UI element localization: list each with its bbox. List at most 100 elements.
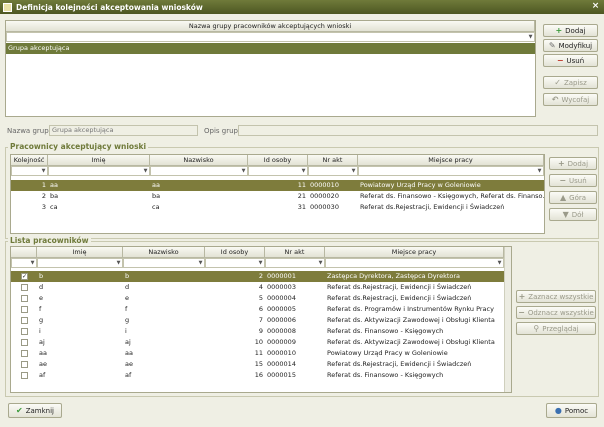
table-row[interactable]: 3 ca ca 31 0000030 Referat ds.Rejestracj… bbox=[11, 202, 544, 213]
group-name-field[interactable]: Grupa akceptująca bbox=[49, 125, 198, 136]
table-row[interactable]: ✓ b b 2 0000001 Zastępca Dyrektora, Zastępca … bbox=[11, 271, 504, 282]
group-list[interactable]: Nazwa grupy pracowników akceptujących wn… bbox=[5, 20, 536, 117]
table-cell: 16 bbox=[254, 371, 263, 379]
row-checkbox[interactable] bbox=[21, 317, 28, 324]
undo-icon: ↶ bbox=[551, 95, 559, 104]
select-all-button[interactable]: + Zaznacz wszystkie bbox=[516, 290, 596, 303]
table-cell: Powiatowy Urząd Pracy w Goleniowie bbox=[327, 349, 448, 357]
col-order[interactable]: Kolejność bbox=[11, 155, 48, 166]
table-row[interactable]: f f 6 0000005 Referat ds. Programów i Instru… bbox=[11, 304, 504, 315]
group-name-label: Nazwa grupy: bbox=[7, 127, 55, 135]
save-button[interactable]: ✓ Zapisz bbox=[543, 76, 598, 89]
chevron-down-icon[interactable]: ▼ bbox=[197, 259, 204, 267]
minus-icon: − bbox=[559, 176, 567, 185]
move-down-button[interactable]: ▼ Dół bbox=[549, 208, 597, 221]
chevron-down-icon[interactable]: ▼ bbox=[257, 259, 264, 267]
deselect-all-button[interactable]: − Odznacz wszystkie bbox=[516, 306, 596, 319]
table-row[interactable]: ae ae 15 0000014 Referat ds.Rejestracji, Ewi… bbox=[11, 359, 504, 370]
employees-grid[interactable]: Imię Nazwisko Id osoby Nr akt Miejsce pr… bbox=[10, 246, 512, 393]
row-checkbox[interactable] bbox=[21, 295, 28, 302]
col-file-no[interactable]: Nr akt bbox=[308, 155, 358, 166]
col-person-id[interactable]: Id osoby bbox=[205, 247, 265, 258]
table-cell: Referat ds. Aktywizacji Zawodowej i Obsł… bbox=[327, 338, 495, 346]
help-button[interactable]: ● Pomoc bbox=[546, 403, 597, 418]
row-checkbox[interactable] bbox=[21, 284, 28, 291]
filter-first-name[interactable]: ▼ bbox=[37, 258, 123, 268]
row-checkbox[interactable] bbox=[21, 361, 28, 368]
acceptor-delete-button[interactable]: − Usuń bbox=[549, 174, 597, 187]
chevron-down-icon[interactable]: ▼ bbox=[300, 167, 307, 175]
group-list-header[interactable]: Nazwa grupy pracowników akceptujących wn… bbox=[6, 21, 535, 32]
table-row[interactable]: 1 aa aa 11 0000010 Powiatowy Urząd Pracy… bbox=[11, 180, 544, 191]
col-workplace[interactable]: Miejsce pracy bbox=[325, 247, 504, 258]
acceptors-grid[interactable]: Kolejność Imię Nazwisko Id osoby Nr akt … bbox=[10, 154, 545, 234]
col-file-no[interactable]: Nr akt bbox=[265, 247, 325, 258]
filter-last-name[interactable]: ▼ bbox=[150, 166, 248, 176]
close-icon[interactable]: × bbox=[590, 1, 601, 12]
modify-button[interactable]: ✎ Modyfikuj bbox=[543, 39, 598, 52]
title-bar: Definicja kolejności akceptowania wniosk… bbox=[0, 0, 604, 14]
table-cell: ae bbox=[39, 360, 47, 368]
arrow-down-icon: ▼ bbox=[562, 210, 569, 219]
add-button[interactable]: + Dodaj bbox=[543, 24, 598, 37]
table-row[interactable]: af af 16 0000015 Referat ds. Finansowo - Ksi… bbox=[11, 370, 504, 381]
plus-icon: + bbox=[557, 159, 565, 168]
row-checkbox[interactable] bbox=[21, 339, 28, 346]
row-checkbox[interactable] bbox=[21, 372, 28, 379]
chevron-down-icon[interactable]: ▼ bbox=[115, 259, 122, 267]
col-last-name[interactable]: Nazwisko bbox=[150, 155, 248, 166]
chevron-down-icon[interactable]: ▼ bbox=[142, 167, 149, 175]
table-cell: 0000008 bbox=[267, 327, 296, 335]
filter-last-name[interactable]: ▼ bbox=[123, 258, 205, 268]
chevron-down-icon[interactable]: ▼ bbox=[40, 167, 47, 175]
filter-file-no[interactable]: ▼ bbox=[308, 166, 358, 176]
table-row[interactable]: g g 7 0000006 Referat ds. Aktywizacji Zawodo… bbox=[11, 315, 504, 326]
col-check[interactable] bbox=[11, 247, 37, 258]
row-checkbox[interactable] bbox=[21, 328, 28, 335]
table-cell: 15 bbox=[254, 360, 263, 368]
group-filter[interactable]: ▼ bbox=[6, 32, 535, 42]
browse-button[interactable]: ⚲ Przeglądaj bbox=[516, 322, 596, 335]
table-row[interactable]: aj aj 10 0000009 Referat ds. Aktywizacji Zaw… bbox=[11, 337, 504, 348]
close-button[interactable]: ✔ Zamknij bbox=[8, 403, 62, 418]
filter-check[interactable]: ▼ bbox=[11, 258, 37, 268]
row-checkbox[interactable]: ✓ bbox=[21, 273, 28, 280]
chevron-down-icon[interactable]: ▼ bbox=[317, 259, 324, 267]
acceptor-add-button[interactable]: + Dodaj bbox=[549, 157, 597, 170]
table-row[interactable]: aa aa 11 0000010 Powiatowy Urząd Pracy w Gol… bbox=[11, 348, 504, 359]
table-cell: af bbox=[39, 371, 46, 379]
table-row[interactable]: e e 5 0000004 Referat ds.Rejestracji, Ewiden… bbox=[11, 293, 504, 304]
table-row[interactable]: d d 4 0000003 Referat ds.Rejestracji, Ewiden… bbox=[11, 282, 504, 293]
col-last-name[interactable]: Nazwisko bbox=[123, 247, 205, 258]
row-checkbox[interactable] bbox=[21, 350, 28, 357]
chevron-down-icon[interactable]: ▼ bbox=[536, 167, 543, 175]
filter-workplace[interactable]: ▼ bbox=[325, 258, 504, 268]
filter-file-no[interactable]: ▼ bbox=[265, 258, 325, 268]
col-first-name[interactable]: Imię bbox=[37, 247, 123, 258]
table-row[interactable]: i i 9 0000008 Referat ds. Finansowo - Księgo… bbox=[11, 326, 504, 337]
table-row[interactable]: 2 ba ba 21 0000020 Referat ds. Finansowo… bbox=[11, 191, 544, 202]
list-item[interactable]: Grupa akceptująca bbox=[6, 43, 535, 54]
col-workplace[interactable]: Miejsce pracy bbox=[358, 155, 544, 166]
table-cell: Referat ds.Rejestracji, Ewidencji i Świa… bbox=[327, 283, 472, 291]
filter-person-id[interactable]: ▼ bbox=[205, 258, 265, 268]
col-person-id[interactable]: Id osoby bbox=[248, 155, 308, 166]
chevron-down-icon[interactable]: ▼ bbox=[527, 33, 534, 41]
col-first-name[interactable]: Imię bbox=[48, 155, 150, 166]
chevron-down-icon[interactable]: ▼ bbox=[350, 167, 357, 175]
scrollbar[interactable] bbox=[504, 247, 511, 392]
chevron-down-icon[interactable]: ▼ bbox=[496, 259, 503, 267]
filter-first-name[interactable]: ▼ bbox=[48, 166, 150, 176]
row-checkbox[interactable] bbox=[21, 306, 28, 313]
filter-workplace[interactable]: ▼ bbox=[358, 166, 544, 176]
group-desc-field[interactable] bbox=[238, 125, 598, 136]
move-up-button[interactable]: ▲ Góra bbox=[549, 191, 597, 204]
filter-order[interactable]: ▼ bbox=[11, 166, 48, 176]
cancel-button[interactable]: ↶ Wycofaj bbox=[543, 93, 598, 106]
minus-icon: − bbox=[556, 56, 564, 65]
table-cell: f bbox=[39, 305, 42, 313]
filter-person-id[interactable]: ▼ bbox=[248, 166, 308, 176]
delete-button[interactable]: − Usuń bbox=[543, 54, 598, 67]
chevron-down-icon[interactable]: ▼ bbox=[29, 259, 36, 267]
chevron-down-icon[interactable]: ▼ bbox=[240, 167, 247, 175]
